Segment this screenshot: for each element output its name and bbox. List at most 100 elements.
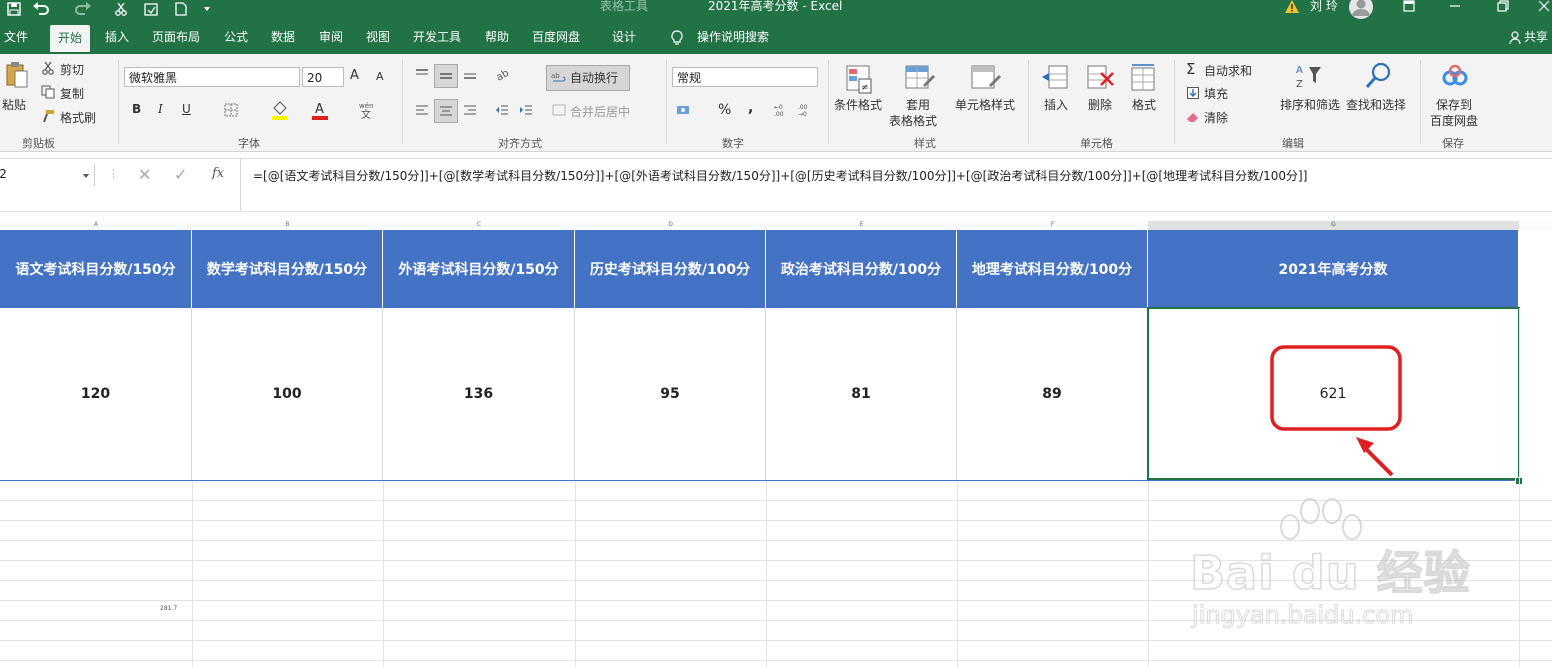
insert-cells-icon[interactable] (1040, 62, 1072, 94)
tell-me-search[interactable]: 操作说明搜索 (697, 28, 769, 45)
save-icon[interactable] (6, 1, 22, 17)
wrap-text-button[interactable]: 自动换行 (570, 69, 618, 86)
tab-view[interactable]: 视图 (366, 28, 390, 45)
font-name-dropdown[interactable]: 微软雅黑 (124, 67, 300, 87)
cell-styles-icon[interactable] (970, 64, 1002, 96)
italic-button[interactable]: I (158, 102, 163, 116)
align-right-icon[interactable] (460, 100, 480, 120)
table-cell[interactable]: 120 (0, 308, 192, 480)
table-header-cell[interactable]: 2021年高考分数 (1148, 230, 1519, 308)
save-to-netdisk-button-line2[interactable]: 百度网盘 (1430, 112, 1478, 129)
find-select-button[interactable]: 查找和选择 (1346, 96, 1406, 113)
column-header-f[interactable]: F (957, 221, 1149, 230)
column-header-c[interactable]: C (383, 221, 576, 230)
new-document-icon[interactable] (172, 0, 190, 18)
column-header-e[interactable]: E (766, 221, 958, 230)
restore-icon[interactable] (1494, 0, 1512, 14)
table-cell[interactable]: 95 (575, 308, 766, 480)
underline-button[interactable]: U (182, 102, 191, 116)
bold-button[interactable]: B (132, 102, 141, 116)
font-size-dropdown[interactable]: 20 (302, 67, 344, 87)
align-top-icon[interactable] (412, 64, 432, 84)
increase-decimal-icon[interactable]: ←0.00 (772, 100, 792, 120)
format-as-table-button-line1[interactable]: 套用 (906, 96, 930, 113)
table-header-cell[interactable]: 政治考试科目分数/100分 (766, 230, 957, 308)
close-icon[interactable] (1536, 0, 1552, 14)
format-painter-button[interactable]: 格式刷 (60, 109, 96, 126)
user-name[interactable]: 刘 玲 (1310, 0, 1338, 14)
percent-style-button[interactable]: % (718, 102, 731, 118)
conditional-formatting-button[interactable]: 条件格式 (834, 96, 882, 113)
conditional-formatting-icon[interactable]: ≠ (845, 64, 875, 96)
tab-file[interactable]: 文件 (4, 28, 28, 45)
sort-filter-icon[interactable]: AZ (1292, 60, 1324, 92)
baidu-netdisk-icon[interactable] (1440, 62, 1470, 90)
shrink-font-button[interactable]: A (376, 70, 384, 83)
paste-icon[interactable] (4, 60, 30, 90)
table-header-cell[interactable]: 地理考试科目分数/100分 (957, 230, 1148, 308)
confirm-entry-icon[interactable]: ✓ (174, 165, 187, 184)
sort-filter-button[interactable]: 排序和筛选 (1280, 96, 1340, 113)
ribbon-display-options-icon[interactable] (1400, 0, 1418, 14)
tab-data[interactable]: 数据 (271, 28, 295, 45)
formula-input[interactable]: =[@[语文考试科目分数/150分]]+[@[数学考试科目分数/150分]]+[… (253, 167, 1307, 184)
align-bottom-icon[interactable] (460, 64, 480, 84)
grow-font-button[interactable]: A (350, 68, 359, 83)
cancel-entry-icon[interactable]: ✕ (138, 165, 151, 184)
borders-icon[interactable] (222, 101, 240, 119)
paste-button[interactable]: 粘贴 (2, 96, 26, 113)
tab-formulas[interactable]: 公式 (224, 28, 248, 45)
save-to-netdisk-button-line1[interactable]: 保存到 (1436, 96, 1472, 113)
copy-button[interactable]: 复制 (60, 85, 84, 102)
tab-design[interactable]: 设计 (612, 28, 636, 45)
undo-icon[interactable] (30, 0, 52, 18)
merge-center-icon[interactable] (550, 100, 568, 120)
table-cell[interactable]: 100 (192, 308, 383, 480)
column-header-b[interactable]: B (192, 221, 384, 230)
scissors-icon[interactable] (112, 0, 130, 18)
format-cells-icon[interactable] (1128, 62, 1160, 94)
stray-cell-value[interactable]: 281.7 (160, 605, 177, 612)
increase-indent-icon[interactable] (516, 100, 536, 120)
table-header-cell[interactable]: 历史考试科目分数/100分 (575, 230, 766, 308)
customize-qat-icon[interactable] (200, 0, 214, 18)
tab-home[interactable]: 开始 (50, 25, 91, 52)
column-header-g[interactable]: G (1148, 221, 1520, 230)
font-color-icon[interactable]: A (310, 99, 330, 121)
accounting-format-icon[interactable] (674, 100, 694, 120)
table-cell[interactable]: 89 (957, 308, 1148, 480)
autosum-button[interactable]: 自动求和 (1204, 62, 1252, 79)
cell-styles-button[interactable]: 单元格样式 (955, 96, 1015, 113)
tab-help[interactable]: 帮助 (485, 28, 509, 45)
insert-function-button[interactable]: fx (212, 166, 224, 181)
merge-center-button[interactable]: 合并后居中 (570, 103, 630, 120)
format-as-table-button-line2[interactable]: 表格格式 (889, 112, 937, 129)
format-cells-button[interactable]: 格式 (1132, 96, 1156, 113)
table-header-cell[interactable]: 语文考试科目分数/150分 (0, 230, 192, 308)
find-magnifier-icon[interactable] (1362, 60, 1394, 92)
table-header-cell[interactable]: 外语考试科目分数/150分 (383, 230, 575, 308)
phonetic-guide-icon[interactable]: wén 文 (356, 99, 376, 121)
tab-baidu-netdisk[interactable]: 百度网盘 (532, 28, 580, 45)
share-person-icon[interactable] (1508, 30, 1522, 46)
table-header-cell[interactable]: 数学考试科目分数/150分 (192, 230, 383, 308)
format-as-table-icon[interactable] (904, 64, 936, 96)
tab-review[interactable]: 审阅 (319, 28, 343, 45)
quick-print-icon[interactable] (142, 0, 160, 18)
clear-button[interactable]: 清除 (1204, 109, 1228, 126)
column-header-d[interactable]: D (575, 221, 767, 230)
column-header-a[interactable]: A (0, 221, 193, 230)
align-center-icon[interactable] (434, 99, 458, 123)
decrease-decimal-icon[interactable]: .00 →0 (796, 100, 816, 120)
name-box[interactable]: G2 (0, 164, 95, 186)
column-header-h[interactable] (1519, 221, 1552, 230)
tab-developer[interactable]: 开发工具 (413, 28, 461, 45)
orientation-icon[interactable]: ab (492, 64, 516, 84)
minimize-icon[interactable] (1446, 0, 1464, 14)
comma-style-button[interactable]: , (748, 100, 753, 116)
tab-insert[interactable]: 插入 (105, 28, 129, 45)
table-cell[interactable]: 81 (766, 308, 957, 480)
avatar[interactable] (1348, 0, 1374, 20)
table-cell[interactable]: 136 (383, 308, 575, 480)
number-format-dropdown[interactable]: 常规 (672, 67, 818, 87)
